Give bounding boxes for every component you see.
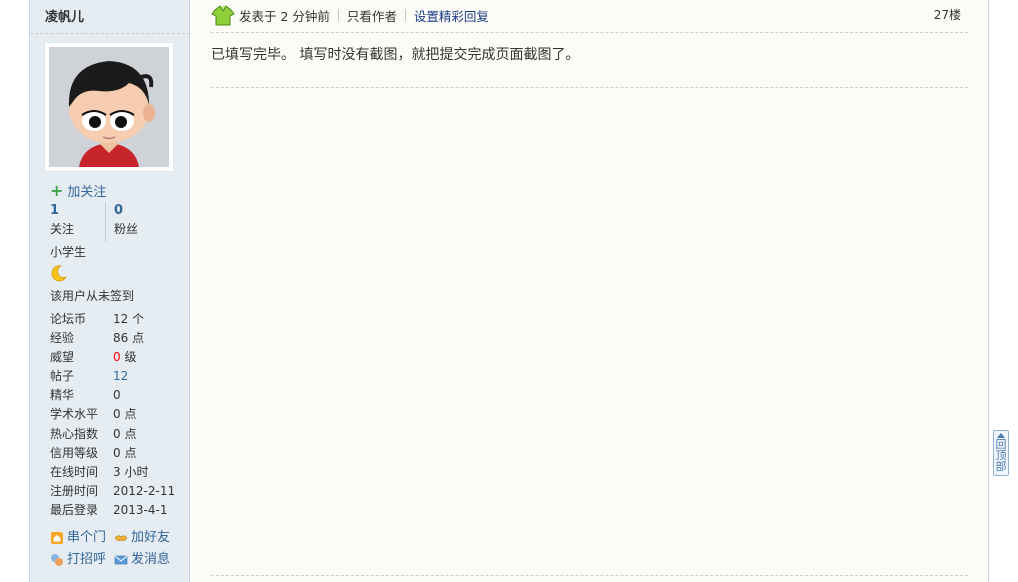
- following-label: 关注: [50, 222, 75, 236]
- back-to-top-button[interactable]: 回顶部: [993, 430, 1009, 476]
- profile-value: 0 点: [113, 445, 137, 460]
- post-content-area: 发表于 2 分钟前 只看作者 设置精彩回复 27楼 已填写完毕。 填写时没有截图…: [191, 0, 988, 582]
- profile-value: 3 小时: [113, 464, 149, 479]
- profile-value: 0 级: [113, 348, 136, 367]
- plus-icon: +: [50, 180, 64, 200]
- visit-space-label: 串个门: [67, 530, 107, 545]
- actions-row: 打招呼 发消息: [50, 549, 190, 571]
- greet-icon: [51, 554, 63, 566]
- floor-number[interactable]: 27楼: [934, 6, 961, 23]
- home-icon: [51, 532, 63, 544]
- send-message-button[interactable]: 发消息: [114, 549, 178, 571]
- author-actions: 串个门 加好友 打招呼 发消息: [50, 527, 190, 571]
- posted-time: 发表于 2 分钟前: [239, 8, 330, 24]
- profile-value: 2012-2-11: [113, 483, 176, 498]
- prestige-suffix: 级: [120, 350, 137, 365]
- avatar[interactable]: [49, 47, 169, 167]
- set-highlight-link[interactable]: 设置精彩回复: [414, 6, 489, 25]
- profile-key: 注册时间: [50, 483, 99, 498]
- meta-divider: [404, 9, 406, 21]
- profile-value: 86 点: [113, 331, 145, 346]
- profile-key: 最后登录: [50, 502, 99, 517]
- signin-status: 该用户从未签到: [50, 289, 135, 303]
- profile-row-prestige: 威望 0 级: [50, 348, 185, 367]
- envelope-icon: [114, 555, 128, 565]
- profile-row-digest: 精华 0: [50, 386, 185, 405]
- profile-row-posts: 帖子 12: [50, 367, 185, 386]
- author-username[interactable]: 凌帆儿: [45, 6, 84, 25]
- actions-row: 串个门 加好友: [50, 527, 190, 549]
- profile-value: 0 点: [113, 407, 137, 422]
- profile-key: 在线时间: [50, 464, 99, 479]
- followers-stat[interactable]: 0 粉丝: [105, 202, 138, 242]
- profile-row-last-login: 最后登录 2013-4-1: [50, 501, 185, 520]
- profile-key: 学术水平: [50, 407, 99, 422]
- follow-button[interactable]: + 加关注: [50, 181, 106, 200]
- profile-value: 0: [113, 388, 121, 403]
- profile-key: 帖子: [50, 369, 75, 384]
- following-count[interactable]: 1: [50, 202, 74, 220]
- only-author-link[interactable]: 只看作者: [347, 6, 397, 25]
- bottom-divider: [211, 575, 968, 576]
- profile-key: 威望: [50, 350, 75, 365]
- profile-row-registered: 注册时间 2012-2-11: [50, 482, 185, 501]
- profile-row-experience: 经验 86 点: [50, 329, 185, 348]
- profile-value: 2013-4-1: [113, 502, 168, 517]
- send-message-label: 发消息: [131, 552, 171, 567]
- profile-value: 0 点: [113, 426, 137, 441]
- add-friend-label: 加好友: [131, 530, 171, 545]
- followers-count[interactable]: 0: [114, 202, 138, 220]
- profile-row-credit: 信用等级 0 点: [50, 444, 185, 463]
- body-divider: [211, 87, 968, 88]
- greet-button[interactable]: 打招呼: [50, 549, 114, 571]
- back-to-top-label: 回顶部: [995, 438, 1007, 473]
- following-stat[interactable]: 1 关注: [50, 202, 74, 238]
- profile-key: 论坛币: [50, 312, 87, 326]
- post-meta: 发表于 2 分钟前 只看作者 设置精彩回复: [211, 4, 489, 26]
- prestige-value: 0: [113, 350, 121, 365]
- online-shirt-icon: [211, 5, 235, 26]
- username-row: 凌帆儿: [30, 0, 190, 34]
- profile-key: 经验: [50, 331, 75, 346]
- post-body-text: 已填写完毕。 填写时没有截图，就把提交完成页面截图了。: [211, 47, 580, 63]
- meta-divider: [337, 9, 339, 21]
- followers-label: 粉丝: [114, 222, 139, 236]
- profile-key: 精华: [50, 388, 75, 403]
- follow-label: 加关注: [67, 185, 107, 200]
- profile-stats: 论坛币 12 个 经验 86 点 威望 0 级 帖子 12 精华 0 学术水平 …: [50, 310, 185, 520]
- profile-row-academic: 学术水平 0 点: [50, 405, 185, 424]
- follow-stats: 1 关注 0 粉丝: [50, 202, 170, 242]
- author-sidebar: 凌帆儿 + 加关注 1 关注 0 粉丝 小学生 该用户从未签到 论坛币 12 个…: [30, 0, 190, 582]
- profile-key: 热心指数: [50, 426, 99, 441]
- posts-count-link[interactable]: 12: [113, 367, 128, 386]
- greet-label: 打招呼: [67, 552, 107, 567]
- add-friend-button[interactable]: 加好友: [114, 527, 178, 549]
- user-grade[interactable]: 小学生: [50, 243, 86, 260]
- profile-row-online-time: 在线时间 3 小时: [50, 463, 185, 482]
- profile-row-coins: 论坛币 12 个: [50, 310, 185, 329]
- post-header: 发表于 2 分钟前 只看作者 设置精彩回复 27楼: [211, 0, 968, 33]
- profile-key: 信用等级: [50, 445, 99, 460]
- visit-space-button[interactable]: 串个门: [50, 527, 114, 549]
- profile-value: 12 个: [113, 312, 145, 326]
- moon-icon: [51, 265, 67, 282]
- avatar-frame[interactable]: [44, 42, 174, 172]
- profile-row-enthusiasm: 热心指数 0 点: [50, 425, 185, 444]
- handshake-icon: [114, 535, 128, 541]
